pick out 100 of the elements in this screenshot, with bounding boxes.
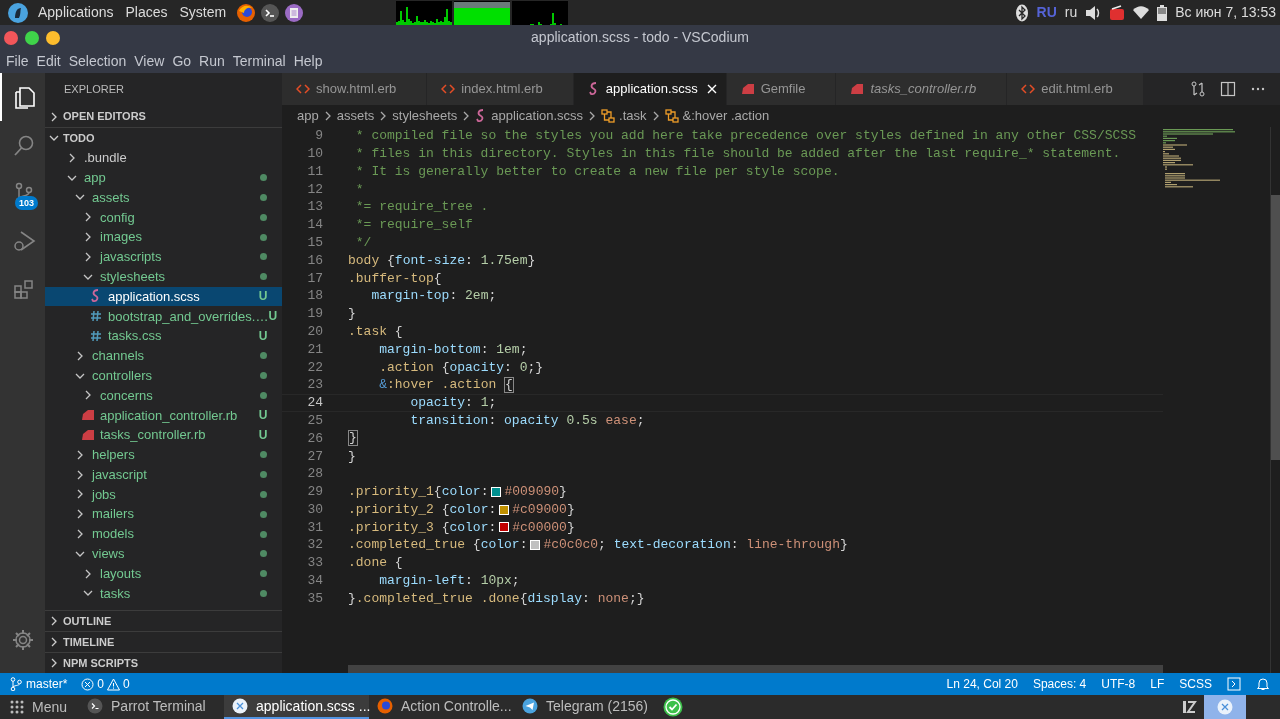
- volume-icon[interactable]: [1085, 4, 1102, 21]
- line-number: 33: [306, 554, 323, 573]
- line-ending[interactable]: LF: [1150, 675, 1165, 693]
- section-header[interactable]: TIMELINE: [45, 631, 282, 652]
- breadcrumb-item[interactable]: app: [297, 106, 319, 126]
- editor-tab[interactable]: index.html.erb: [427, 73, 574, 105]
- folder-row[interactable]: concerns: [45, 385, 282, 406]
- panel-menu[interactable]: Places: [119, 2, 174, 23]
- tray-app-icon[interactable]: [1182, 699, 1198, 715]
- folder-row[interactable]: layouts: [45, 563, 282, 584]
- terminal-icon[interactable]: [260, 2, 281, 23]
- taskbar-button[interactable]: application.scss ...: [224, 695, 370, 719]
- settings-icon[interactable]: [10, 628, 35, 652]
- folder-row[interactable]: models: [45, 524, 282, 544]
- cursor-position[interactable]: Ln 24, Col 20: [946, 675, 1018, 693]
- battery-icon[interactable]: [1157, 4, 1168, 21]
- menu-button[interactable]: Menu: [0, 695, 80, 719]
- line-number: 29: [306, 483, 323, 502]
- folder-row[interactable]: views: [45, 543, 282, 564]
- folder-row[interactable]: images: [45, 227, 282, 247]
- code-text: .done {: [348, 554, 403, 573]
- close-icon[interactable]: [705, 83, 718, 95]
- folder-row[interactable]: jobs: [45, 484, 282, 505]
- breadcrumb-item[interactable]: .task: [601, 106, 647, 126]
- workspace-switcher[interactable]: [1204, 695, 1246, 719]
- maximize-button[interactable]: [25, 30, 39, 45]
- menu-item[interactable]: File: [2, 51, 33, 72]
- section-header[interactable]: OPEN EDITORS: [45, 106, 282, 127]
- menu-item[interactable]: Help: [289, 51, 327, 72]
- problems-indicator[interactable]: 0 0: [81, 675, 130, 693]
- editor-tab[interactable]: application.scss: [573, 73, 727, 105]
- chevron-right-icon: [83, 390, 93, 401]
- parrot-logo-icon[interactable]: [8, 2, 28, 23]
- menu-item[interactable]: Selection: [64, 51, 131, 72]
- horizontal-scrollbar[interactable]: [348, 665, 1163, 673]
- folder-row[interactable]: config: [45, 207, 282, 228]
- bell-icon[interactable]: [1256, 677, 1270, 691]
- folder-row[interactable]: stylesheets: [45, 266, 282, 287]
- browser-icon[interactable]: [236, 2, 257, 23]
- breadcrumb-item[interactable]: stylesheets: [392, 106, 458, 126]
- feedback-icon[interactable]: [1227, 677, 1241, 691]
- indentation[interactable]: Spaces: 4: [1032, 675, 1087, 693]
- folder-row[interactable]: channels: [45, 345, 282, 366]
- menu-item[interactable]: Terminal: [228, 51, 290, 72]
- menu-item[interactable]: Run: [195, 51, 229, 72]
- section-header[interactable]: OUTLINE: [45, 610, 282, 631]
- taskbar-button[interactable]: Parrot Terminal: [79, 695, 225, 719]
- editor-tab[interactable]: edit.html.erb: [1007, 73, 1144, 105]
- folder-row[interactable]: javascript: [45, 464, 282, 485]
- file-row[interactable]: tasks.css U: [45, 326, 282, 346]
- menu-item[interactable]: Go: [168, 51, 196, 72]
- folder-row[interactable]: javascripts: [45, 247, 282, 267]
- folder-row[interactable]: mailers: [45, 504, 282, 525]
- menu-item[interactable]: View: [130, 51, 169, 72]
- taskbar-button[interactable]: Action Controlle...: [369, 695, 515, 719]
- editor-tab[interactable]: show.html.erb: [282, 73, 428, 105]
- branch-indicator[interactable]: master*: [10, 675, 68, 693]
- line-number: 27: [306, 447, 323, 466]
- wifi-icon[interactable]: [1133, 5, 1150, 20]
- breadcrumb-item[interactable]: assets: [336, 106, 375, 126]
- text-editor-icon[interactable]: [284, 2, 305, 23]
- file-row[interactable]: application.scss U: [45, 286, 282, 307]
- panel-menu[interactable]: Applications: [32, 2, 120, 23]
- language-mode[interactable]: SCSS: [1179, 675, 1212, 693]
- panel-menu[interactable]: System: [173, 2, 233, 23]
- code-text: transition: opacity 0.5s ease;: [409, 411, 645, 430]
- menu-item[interactable]: Edit: [32, 51, 65, 72]
- minimize-button[interactable]: [46, 30, 60, 45]
- compare-changes-icon[interactable]: [1190, 81, 1206, 97]
- color-swatch[interactable]: [491, 486, 502, 497]
- color-swatch[interactable]: [499, 504, 510, 515]
- split-editor-icon[interactable]: [1220, 81, 1236, 97]
- vertical-scrollbar[interactable]: [1271, 195, 1280, 460]
- keyboard-layout[interactable]: ru: [1064, 2, 1078, 23]
- clock[interactable]: Вс июн 7, 13:53: [1175, 2, 1276, 23]
- folder-row[interactable]: assets: [45, 187, 282, 208]
- color-swatch[interactable]: [530, 540, 541, 551]
- color-swatch[interactable]: [499, 522, 510, 533]
- check-icon[interactable]: [663, 697, 684, 717]
- folder-row[interactable]: app: [45, 167, 282, 188]
- ruby-file-icon: [81, 429, 95, 442]
- bluetooth-icon[interactable]: [1014, 3, 1029, 22]
- folder-row[interactable]: helpers: [45, 444, 282, 465]
- breadcrumb-item[interactable]: application.scss: [475, 106, 584, 126]
- section-header[interactable]: TODO: [45, 127, 282, 148]
- editor-tab[interactable]: tasks_controller.rb: [836, 73, 1008, 105]
- file-row[interactable]: tasks_controller.rb U: [45, 425, 282, 445]
- file-row[interactable]: application_controller.rb U: [45, 405, 282, 426]
- breadcrumb-item[interactable]: &:hover .action: [664, 106, 770, 126]
- taskbar-button[interactable]: Telegram (2156): [514, 695, 660, 719]
- code-text: #c09000}: [512, 500, 575, 519]
- card-icon[interactable]: [1109, 4, 1126, 21]
- folder-row[interactable]: tasks: [45, 583, 282, 604]
- encoding[interactable]: UTF-8: [1101, 675, 1136, 693]
- close-button[interactable]: [4, 30, 18, 45]
- folder-row[interactable]: controllers: [45, 365, 282, 386]
- file-row[interactable]: bootstrap_and_overrides.…U: [45, 306, 282, 327]
- editor-tab[interactable]: Gemfile: [726, 73, 837, 105]
- line-number: 25: [306, 411, 323, 430]
- folder-row[interactable]: .bundle: [45, 148, 282, 168]
